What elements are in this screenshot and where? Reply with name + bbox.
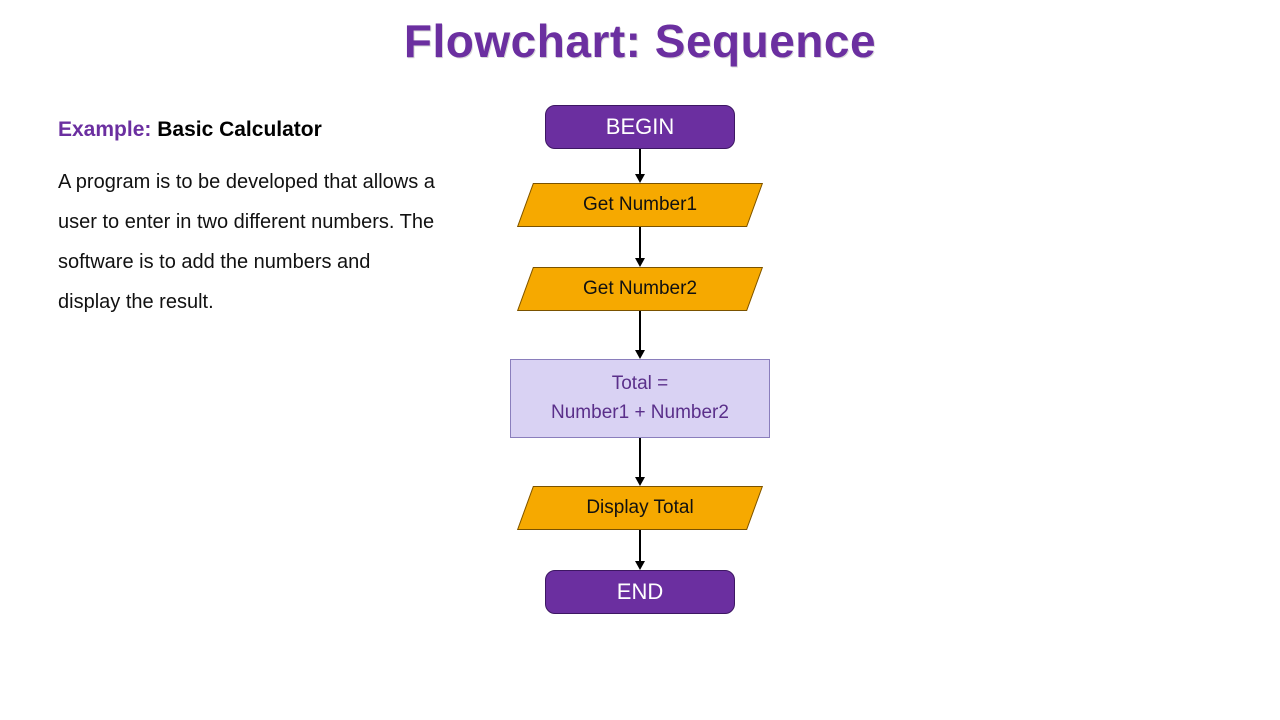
io-label: Display Total: [525, 486, 755, 530]
example-heading: Example: Basic Calculator: [58, 118, 438, 142]
example-name: Basic Calculator: [157, 118, 322, 141]
io-display-total: Display Total: [525, 486, 755, 530]
page-title: Flowchart: Sequence: [0, 0, 1280, 68]
example-panel: Example: Basic Calculator A program is t…: [58, 118, 438, 322]
arrow-icon: [635, 149, 645, 183]
io-get-number1: Get Number1: [525, 183, 755, 227]
arrow-icon: [635, 530, 645, 570]
terminator-begin: BEGIN: [545, 105, 735, 149]
arrow-icon: [635, 438, 645, 486]
io-get-number2: Get Number2: [525, 267, 755, 311]
example-label: Example:: [58, 118, 151, 141]
flowchart: BEGIN Get Number1 Get Number2 Total = Nu…: [480, 105, 800, 614]
arrow-icon: [635, 227, 645, 267]
example-description: A program is to be developed that allows…: [58, 162, 438, 322]
process-line1: Total =: [519, 370, 761, 399]
io-label: Get Number2: [525, 267, 755, 311]
process-line2: Number1 + Number2: [519, 399, 761, 428]
arrow-icon: [635, 311, 645, 359]
io-label: Get Number1: [525, 183, 755, 227]
terminator-end: END: [545, 570, 735, 614]
process-total: Total = Number1 + Number2: [510, 359, 770, 438]
